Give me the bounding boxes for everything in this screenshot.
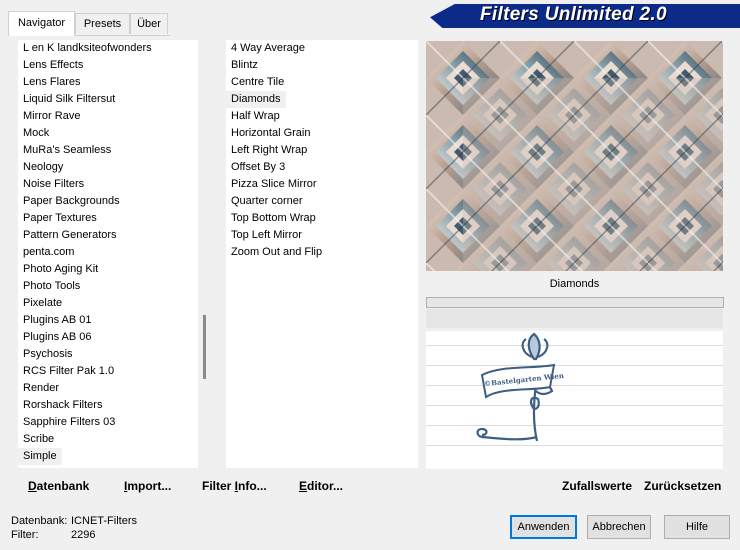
- category-item[interactable]: Special Effects 1: [18, 465, 105, 468]
- app-title: Filters Unlimited 2.0: [480, 4, 667, 25]
- category-item[interactable]: Psychosis: [18, 346, 73, 363]
- separator: [426, 365, 723, 366]
- category-item[interactable]: Scribe: [18, 431, 54, 448]
- filter-item[interactable]: Diamonds: [226, 91, 286, 108]
- separator: [426, 405, 723, 406]
- parameter-header: [426, 309, 723, 328]
- category-item[interactable]: Simple: [18, 448, 62, 465]
- category-item[interactable]: Noise Filters: [18, 176, 84, 193]
- filter-item[interactable]: 4 Way Average: [226, 40, 305, 57]
- random-values-button[interactable]: Zufallswerte: [562, 478, 632, 494]
- category-item[interactable]: Photo Aging Kit: [18, 261, 98, 278]
- category-item[interactable]: Lens Effects: [18, 57, 83, 74]
- category-item[interactable]: MuRa's Seamless: [18, 142, 111, 159]
- filter-item[interactable]: Pizza Slice Mirror: [226, 176, 317, 193]
- filter-item[interactable]: Horizontal Grain: [226, 125, 310, 142]
- database-label: Datenbank:: [11, 515, 68, 527]
- reset-button[interactable]: Zurücksetzen: [644, 478, 721, 494]
- category-item[interactable]: Photo Tools: [18, 278, 80, 295]
- category-item[interactable]: Paper Backgrounds: [18, 193, 120, 210]
- filter-item[interactable]: Blintz: [226, 57, 258, 74]
- category-scrollbar-thumb[interactable]: [203, 315, 206, 379]
- category-item[interactable]: Pattern Generators: [18, 227, 117, 244]
- category-item[interactable]: L en K landksiteofwonders: [18, 40, 152, 57]
- category-item[interactable]: Neology: [18, 159, 63, 176]
- category-item[interactable]: Paper Textures: [18, 210, 97, 227]
- separator: [426, 425, 723, 426]
- filter-item[interactable]: Half Wrap: [226, 108, 280, 125]
- filter-count-value: 2296: [71, 529, 96, 541]
- category-item[interactable]: Plugins AB 01: [18, 312, 92, 329]
- separator: [426, 445, 723, 446]
- database-value: ICNET-Filters: [71, 515, 137, 527]
- category-item[interactable]: Plugins AB 06: [18, 329, 92, 346]
- category-item[interactable]: Mirror Rave: [18, 108, 80, 125]
- category-item[interactable]: RCS Filter Pak 1.0: [18, 363, 114, 380]
- apply-button[interactable]: Anwenden: [510, 515, 577, 539]
- category-item[interactable]: Liquid Silk Filtersut: [18, 91, 115, 108]
- parameter-area: ©Bastelgarten Wien: [426, 331, 723, 469]
- filter-item[interactable]: Top Bottom Wrap: [226, 210, 316, 227]
- category-list[interactable]: L en K landksiteofwonders Lens Effects Len…: [18, 40, 198, 468]
- category-item[interactable]: Rorshack Filters: [18, 397, 102, 414]
- separator: [426, 385, 723, 386]
- category-item[interactable]: Sapphire Filters 03: [18, 414, 115, 431]
- filter-info-button[interactable]: Filter Info...: [202, 478, 267, 494]
- separator: [426, 345, 723, 346]
- category-item[interactable]: penta.com: [18, 244, 74, 261]
- tab-navigator[interactable]: Navigator: [8, 11, 75, 36]
- progress-bar: [426, 297, 724, 308]
- filter-item[interactable]: Offset By 3: [226, 159, 285, 176]
- selected-filter-name: Diamonds: [426, 274, 723, 294]
- category-item[interactable]: Mock: [18, 125, 49, 142]
- import-button[interactable]: Import...: [124, 478, 171, 494]
- cancel-button[interactable]: Abbrechen: [587, 515, 651, 539]
- filter-list[interactable]: 4 Way Average Blintz Centre Tile Diamonds Ha…: [226, 40, 418, 468]
- filter-item[interactable]: Left Right Wrap: [226, 142, 307, 159]
- tab-about[interactable]: Über: [130, 13, 168, 34]
- tab-presets[interactable]: Presets: [75, 13, 130, 34]
- database-button[interactable]: Datenbank: [28, 478, 89, 494]
- preview-image: [426, 41, 723, 271]
- filter-item[interactable]: Quarter corner: [226, 193, 303, 210]
- filter-item[interactable]: Centre Tile: [226, 74, 284, 91]
- filter-item[interactable]: Top Left Mirror: [226, 227, 302, 244]
- category-scrollbar[interactable]: [198, 40, 213, 468]
- category-item[interactable]: Render: [18, 380, 59, 397]
- category-item[interactable]: Pixelate: [18, 295, 62, 312]
- help-button[interactable]: Hilfe: [664, 515, 730, 539]
- category-item[interactable]: Lens Flares: [18, 74, 80, 91]
- editor-button[interactable]: Editor...: [299, 478, 343, 494]
- filter-item[interactable]: Zoom Out and Flip: [226, 244, 322, 261]
- filter-count-label: Filter:: [11, 529, 39, 541]
